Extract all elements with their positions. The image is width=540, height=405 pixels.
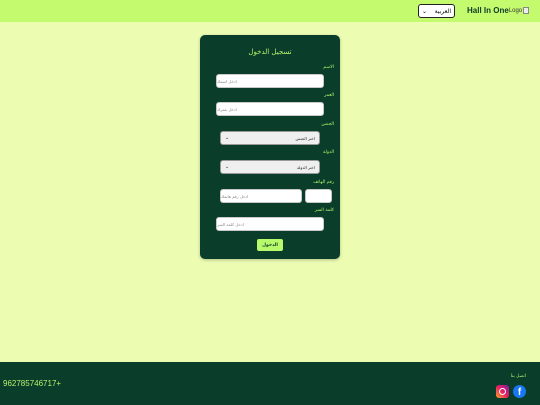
- facebook-icon[interactable]: f: [513, 385, 526, 398]
- password-label: كلمة السر: [314, 208, 334, 213]
- chevron-down-icon: ⌄: [225, 135, 230, 141]
- login-button[interactable]: الدخول: [256, 238, 284, 252]
- login-card: تسجيل الدخول الاسم ادخل اسمك العمر ادخل …: [200, 35, 340, 259]
- gender-select-value: اختر الجنس: [295, 135, 316, 141]
- age-input[interactable]: ادخل عمرك: [216, 102, 324, 116]
- language-select[interactable]: ⌄ العربية: [418, 4, 455, 18]
- form-title: تسجيل الدخول: [248, 48, 292, 56]
- country-select-value: اختر الدولة: [297, 164, 315, 170]
- country-label: الدولة: [323, 150, 334, 155]
- chevron-down-icon: ⌄: [225, 164, 230, 170]
- phone-input[interactable]: ادخل رقم هاتفك: [220, 189, 302, 203]
- instagram-ring: [499, 388, 506, 395]
- name-input[interactable]: ادخل اسمك: [216, 74, 324, 88]
- broken-image-icon: [523, 7, 530, 14]
- password-input[interactable]: ادخل كلمة السر: [216, 217, 324, 231]
- logo-image: Logo: [508, 7, 530, 14]
- age-label: العمر: [324, 93, 334, 98]
- social-links: f: [496, 385, 526, 398]
- country-select[interactable]: ⌄ اختر الدولة: [220, 160, 320, 174]
- top-bar: ⌄ العربية Hall In One Logo: [0, 0, 540, 22]
- brand[interactable]: Hall In One Logo: [467, 6, 530, 15]
- gender-select[interactable]: ⌄ اختر الجنس: [220, 131, 320, 145]
- phone-label: رقم الهاتف: [313, 180, 334, 185]
- brand-name: Hall In One: [467, 6, 509, 15]
- contact-us-label: اتصل بنا: [510, 374, 526, 379]
- phone-input-placeholder: ادخل رقم هاتفك: [221, 193, 249, 199]
- name-input-placeholder: ادخل اسمك: [217, 78, 237, 84]
- logo-alt-text: Logo: [508, 7, 523, 14]
- facebook-glyph: f: [517, 387, 522, 398]
- age-input-placeholder: ادخل عمرك: [217, 106, 237, 112]
- phone-code-input[interactable]: [305, 189, 332, 203]
- footer: 962785746717+ اتصل بنا f: [0, 362, 540, 405]
- password-input-placeholder: ادخل كلمة السر: [217, 221, 244, 227]
- gender-label: الجنس: [321, 122, 334, 127]
- language-select-value: العربية: [434, 7, 451, 15]
- footer-phone[interactable]: 962785746717+: [3, 379, 61, 388]
- chevron-down-icon: ⌄: [422, 7, 428, 15]
- instagram-icon[interactable]: [496, 385, 509, 398]
- name-label: الاسم: [323, 65, 334, 70]
